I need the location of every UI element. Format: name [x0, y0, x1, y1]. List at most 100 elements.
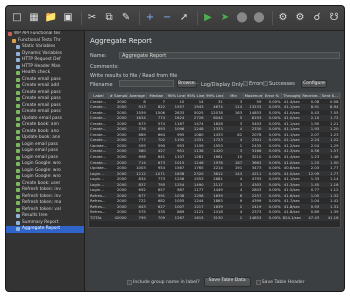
table-cell: TOTAL	[89, 215, 109, 221]
name-field[interactable]: Aggregate Report	[119, 52, 340, 59]
start-no-pauses-icon[interactable]: ➤	[218, 11, 232, 26]
table-body: Create... 2000 8 7 10 14 31 3 59 0.00% 41.4/sec 0.0…	[89, 99, 340, 221]
table-header-row: Label# SamplesAverageMedian90% Line95% L…	[89, 93, 340, 99]
table-cell: Create...	[89, 126, 109, 132]
green-element-icon	[16, 90, 20, 95]
search-icon[interactable]: ☌	[310, 11, 324, 26]
table-cell: 3130	[204, 215, 224, 221]
green-element-icon	[16, 168, 20, 173]
table-cell: 41.0/sec	[281, 115, 301, 121]
toolbar-divider	[81, 11, 82, 25]
red-element-icon	[8, 32, 12, 37]
write-results-label: Write results to file / Read from file	[90, 73, 178, 79]
green-element-icon	[16, 149, 20, 154]
green-element-icon	[16, 77, 20, 82]
configure-button[interactable]: Configure	[301, 80, 327, 88]
green-element-icon	[16, 188, 20, 193]
clear-all-icon[interactable]: ⚙	[293, 11, 307, 26]
table-cell: 1615	[185, 215, 205, 221]
column-header[interactable]: Sent K...	[320, 93, 340, 99]
green-element-icon	[16, 129, 20, 134]
new-icon[interactable]: □	[10, 11, 24, 26]
blue-element-icon	[16, 220, 20, 225]
save-table-header-checkbox[interactable]	[255, 279, 261, 285]
green-element-icon	[16, 142, 20, 147]
start-icon[interactable]: ▶	[201, 11, 215, 26]
column-header[interactable]: Receive...	[300, 93, 321, 99]
green-element-icon	[16, 136, 20, 141]
successes-label: Successes	[269, 81, 295, 87]
column-header[interactable]: 95% Line	[185, 93, 206, 99]
expand-icon[interactable]: +	[143, 11, 157, 26]
toolbar-divider	[272, 11, 273, 25]
column-header[interactable]: 99% Line	[204, 93, 225, 99]
toggle-icon[interactable]: ➚	[177, 11, 191, 26]
column-header[interactable]: 90% Line	[166, 93, 186, 99]
successes-checkbox-group[interactable]: Successes	[263, 81, 295, 87]
errors-checkbox[interactable]	[243, 81, 248, 86]
column-header[interactable]: Maximum	[243, 93, 263, 99]
paste-icon[interactable]: ✎	[119, 11, 133, 26]
blue-element-icon	[16, 214, 20, 219]
column-header[interactable]: # Samples	[108, 93, 129, 99]
green-element-icon	[16, 201, 20, 206]
table-cell: 41.1/sec	[281, 104, 301, 110]
name-label: Name:	[90, 53, 107, 59]
orange-element-icon	[12, 38, 16, 43]
filename-input[interactable]	[119, 80, 174, 87]
table-cell: Create...	[90, 154, 107, 160]
comments-label: Comments:	[90, 64, 119, 70]
aggregate-report-panel: Aggregate Report Name: Aggregate Report …	[85, 31, 344, 291]
green-element-icon	[16, 103, 20, 108]
toolbar-divider	[139, 11, 140, 25]
filename-label: Filename	[90, 82, 113, 88]
green-element-icon	[16, 194, 20, 199]
tree-item[interactable]: Aggregate Report	[6, 226, 84, 233]
table-row[interactable]: TOTAL 42000 799 709 1267 1615 3130 1 14853 0.00% 8…	[89, 215, 340, 221]
blue-element-icon	[16, 227, 20, 232]
table-cell: 42000	[108, 215, 128, 221]
open-icon[interactable]: 📁	[44, 11, 58, 26]
table-cell: 14853	[243, 215, 263, 221]
save-table-data-button[interactable]: Save Table Data	[203, 277, 251, 287]
table-cell: 41.1/sec	[281, 126, 301, 132]
include-group-checkbox[interactable]	[127, 279, 132, 285]
column-header[interactable]: Error %	[262, 93, 283, 99]
column-header[interactable]: Average	[127, 93, 148, 99]
save-icon[interactable]: ▣	[61, 11, 75, 26]
stop-icon[interactable]: ⬤	[235, 11, 249, 26]
table-cell: 799	[127, 215, 147, 221]
blue-element-icon	[16, 51, 20, 56]
templates-icon[interactable]: ▦	[27, 11, 41, 26]
blue-element-icon	[16, 58, 20, 63]
browse-button[interactable]: Browse...	[177, 80, 199, 88]
copy-icon[interactable]: ⧉	[102, 11, 116, 26]
reset-search-icon[interactable]: ☋	[327, 11, 341, 26]
cut-icon[interactable]: ✂	[85, 11, 99, 26]
collapse-icon[interactable]: −	[160, 11, 174, 26]
column-header[interactable]: Throughput	[281, 93, 302, 99]
green-element-icon	[16, 162, 20, 167]
blue-element-icon	[16, 64, 20, 69]
shutdown-icon[interactable]: ⬤	[252, 11, 266, 26]
green-element-icon	[16, 84, 20, 89]
table-actions: Include group name in label? Save Table …	[85, 273, 344, 291]
toolbar: □ ▦ 📁 ▣ ✂ ⧉ ✎ + − ➚ ▶ ➤ ⬤ ⬤ ⚙ ⚙ ☌ ☋	[6, 6, 344, 31]
table-cell: Create...	[89, 115, 109, 121]
green-element-icon	[16, 155, 20, 160]
blue-element-icon	[16, 45, 20, 50]
green-element-icon	[16, 71, 20, 76]
green-element-icon	[16, 97, 20, 102]
successes-checkbox[interactable]	[263, 81, 268, 86]
errors-checkbox-group[interactable]: Errors	[243, 81, 264, 87]
errors-label: Errors	[249, 81, 264, 87]
green-element-icon	[16, 181, 20, 186]
results-table[interactable]: Label# SamplesAverageMedian90% Line95% L…	[88, 92, 341, 228]
clear-icon[interactable]: ⚙	[276, 11, 290, 26]
table-cell: 824.1/sec	[281, 215, 301, 221]
column-header[interactable]: Median	[146, 93, 167, 99]
table-cell: 47.43	[300, 215, 321, 221]
include-group-label: Include group name in label?	[133, 279, 200, 285]
comments-field[interactable]	[119, 63, 340, 70]
table-cell: 41.16	[320, 215, 340, 221]
